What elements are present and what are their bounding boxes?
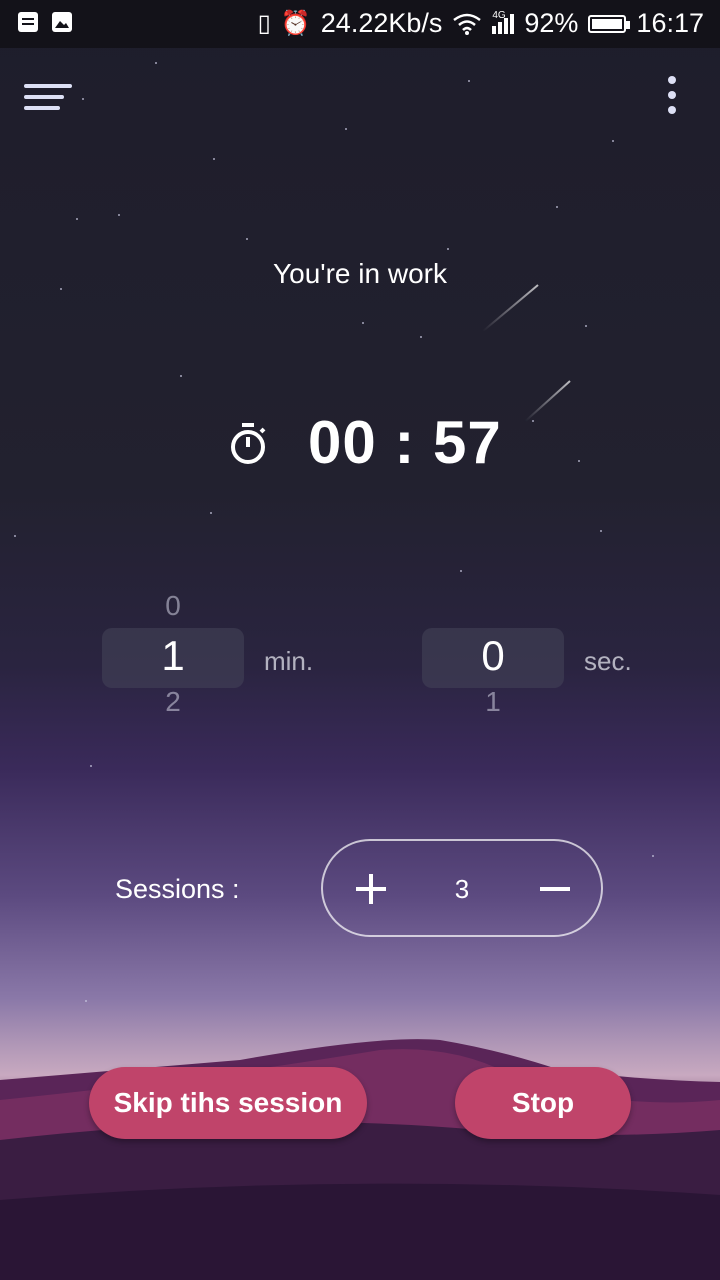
signal-icon: 4G (492, 10, 515, 34)
skip-session-button[interactable]: Skip tihs session (89, 1067, 367, 1139)
seconds-picker-below[interactable]: 1 (422, 686, 564, 718)
desert-dunes (0, 1039, 720, 1280)
wifi-icon (453, 13, 482, 35)
stopwatch-icon (231, 422, 266, 464)
minutes-picker-value[interactable]: 1 (102, 632, 244, 680)
menu-icon[interactable] (24, 84, 72, 110)
vibrate-icon: ▯ (257, 10, 271, 37)
timer-value: 00 : 57 (308, 409, 502, 476)
notification-icon (18, 12, 38, 32)
battery-percent: 92% (524, 8, 579, 38)
stop-button[interactable]: Stop (455, 1067, 631, 1139)
network-type: 4G (492, 9, 506, 21)
network-speed: 24.22Kb/s (320, 8, 443, 38)
minutes-unit-label: min. (264, 646, 314, 676)
seconds-unit-label: sec. (584, 646, 632, 676)
session-status-title: You're in work (273, 258, 447, 289)
battery-icon (588, 14, 631, 33)
minutes-picker-below[interactable]: 2 (102, 686, 244, 718)
more-options-icon[interactable] (662, 76, 682, 116)
sessions-label: Sessions : (115, 874, 240, 904)
timer-display: 00 : 57 (228, 408, 502, 477)
increment-sessions-button[interactable] (350, 863, 392, 913)
seconds-picker-value[interactable]: 0 (422, 632, 564, 680)
alarm-icon: ⏰ (280, 10, 311, 37)
clock: 16:17 (636, 8, 704, 38)
image-icon (52, 12, 72, 32)
sessions-count: 3 (454, 874, 470, 904)
status-bar: ▯ ⏰ 24.22Kb/s 4G 92% 16:17 (0, 0, 720, 48)
decrement-sessions-button[interactable] (536, 863, 576, 913)
minutes-picker-above[interactable]: 0 (102, 590, 244, 622)
